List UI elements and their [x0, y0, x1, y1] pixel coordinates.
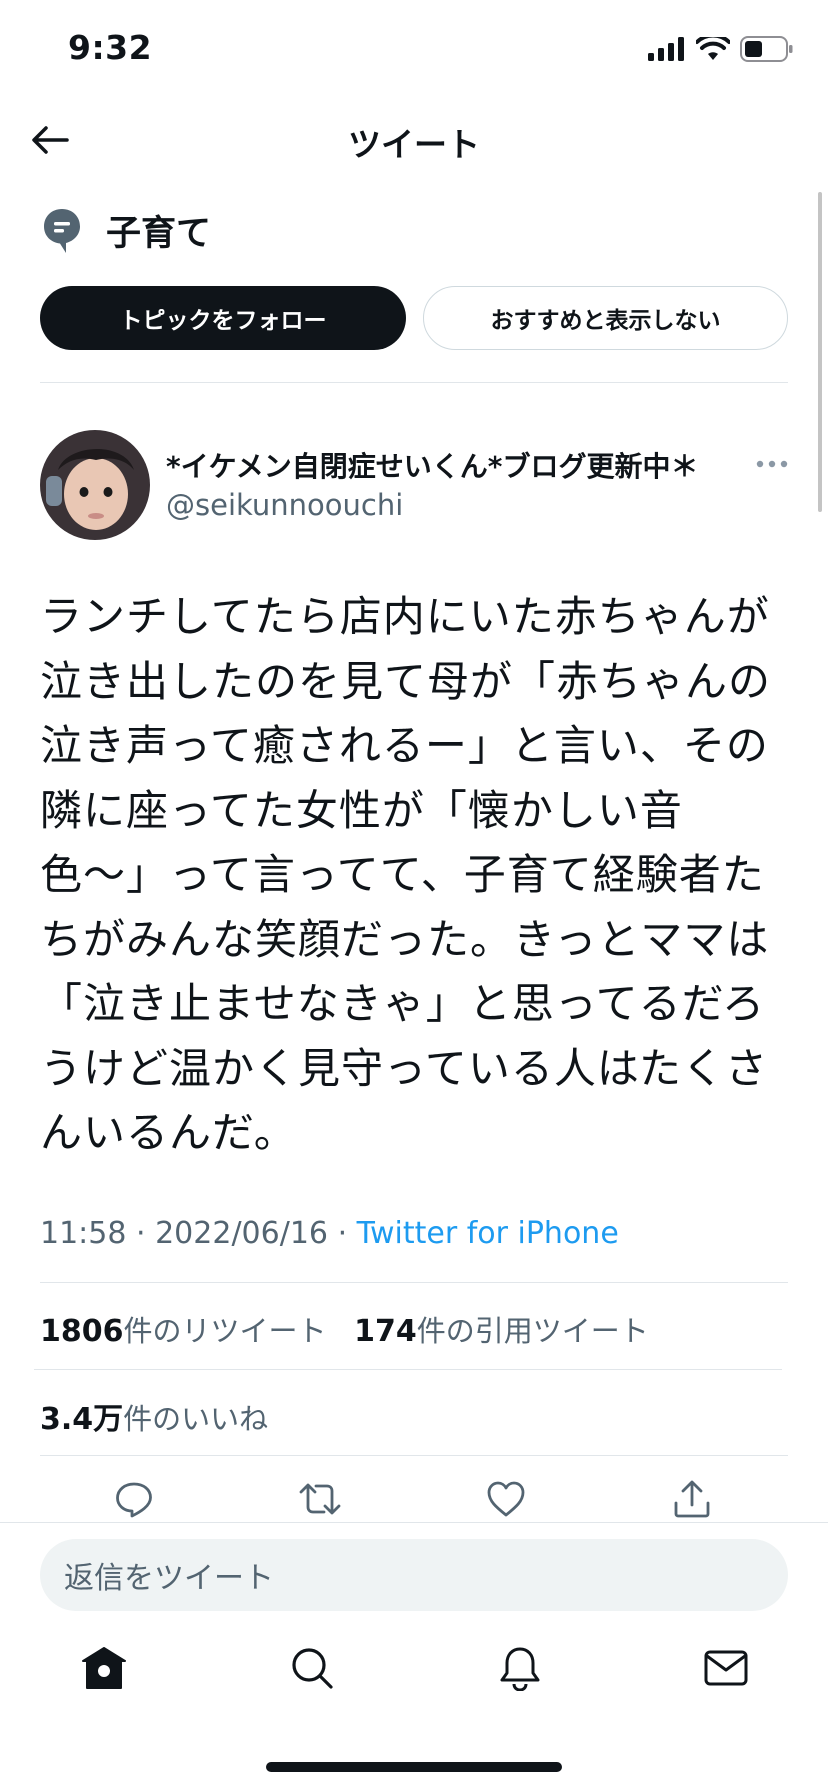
avatar[interactable] [40, 430, 150, 540]
author-handle[interactable]: @seikunnoouchi [166, 488, 403, 522]
tweet-text-line: 隣に座ってた女性が「懐かしい音 [40, 785, 683, 835]
meta-separator: · [337, 1216, 357, 1251]
battery-icon [740, 36, 793, 62]
divider [34, 1369, 782, 1370]
search-icon [292, 1648, 333, 1689]
status-icons [648, 36, 794, 62]
nav-home[interactable] [76, 1640, 132, 1696]
retweet-stats: 1806件のリツイート 174件の引用ツイート [40, 1308, 649, 1350]
like-button[interactable] [482, 1475, 530, 1523]
status-time: 9:32 [68, 28, 153, 67]
retweet-count: 1806 [40, 1314, 124, 1349]
wifi-icon [696, 37, 730, 60]
home-icon [82, 1647, 126, 1689]
quotes-link[interactable]: 174件の引用ツイート [354, 1314, 649, 1349]
divider [40, 1455, 788, 1456]
tweet-text-line: ちがみんな笑顔だった。きっとママは [40, 914, 770, 964]
tweet-actions [0, 1475, 828, 1525]
tweet-source[interactable]: Twitter for iPhone [357, 1216, 619, 1251]
notifications-icon [500, 1647, 540, 1691]
header: ツイート [0, 100, 828, 180]
tweet-text-line: んいるんだ。 [40, 1108, 297, 1157]
messages-icon [704, 1650, 748, 1686]
tweet-meta: 11:58 · 2022/06/16 · Twitter for iPhone [40, 1216, 619, 1251]
topic-bubble-icon [40, 206, 84, 256]
share-icon [674, 1480, 710, 1518]
tweet-text-line: 泣き声って癒されるー」と言い、その [40, 721, 769, 770]
more-options-icon[interactable] [752, 452, 792, 476]
author-display-name[interactable]: *イケメン自閉症せいくん*ブログ更新中＊ [166, 445, 698, 485]
not-interested-button[interactable]: おすすめと表示しない [423, 286, 788, 350]
retweets-link[interactable]: 1806件のリツイート [40, 1314, 327, 1349]
retweet-button[interactable] [296, 1475, 344, 1523]
nav-notifications[interactable] [492, 1640, 548, 1696]
scrollbar[interactable] [818, 192, 822, 512]
page-title: ツイート [348, 125, 480, 164]
like-stats[interactable]: 3.4万件のいいね [40, 1394, 268, 1438]
like-count: 3.4万 [40, 1402, 124, 1437]
divider [40, 382, 788, 383]
tweet-text-line: 色〜」って言ってて、子育て経験者た [40, 850, 765, 899]
status-bar: 9:32 [0, 0, 828, 100]
follow-topic-button[interactable]: トピックをフォロー [40, 286, 406, 350]
tweet-text-line: ランチしてたら店内にいた赤ちゃんが [40, 592, 770, 641]
quote-label: 件の引用ツイート [416, 1314, 649, 1348]
like-label: 件のいいね [123, 1402, 269, 1436]
home-indicator[interactable] [266, 1762, 562, 1772]
nav-search[interactable] [284, 1640, 340, 1696]
retweet-label: 件のリツイート [123, 1314, 327, 1348]
bottom-nav [0, 1640, 828, 1710]
share-button[interactable] [668, 1475, 716, 1523]
topic-row: 子育て [40, 205, 211, 256]
tweet-text-line: 泣き出したのを見て母が「赤ちゃんの [40, 656, 772, 706]
tweet-date[interactable]: 2022/06/16 [155, 1216, 328, 1251]
reply-icon [116, 1482, 152, 1518]
cellular-signal-icon [648, 37, 684, 61]
topic-name: 子育て [106, 214, 212, 254]
reply-input[interactable]: 返信をツイート [40, 1539, 788, 1611]
tweet-time[interactable]: 11:58 [40, 1216, 126, 1251]
tweet-text-line: 「泣き止ませなきゃ」と思ってるだろ [40, 979, 766, 1028]
nav-messages[interactable] [698, 1640, 754, 1696]
like-icon [487, 1481, 525, 1517]
retweet-icon [299, 1483, 341, 1515]
tweet-text: ランチしてたら店内にいた赤ちゃんが 泣き出したのを見て母が「赤ちゃんの 泣き声っ… [40, 585, 790, 1166]
tweet-text-line: うけど温かく見守っている人はたくさ [40, 1043, 769, 1093]
meta-separator: · [136, 1216, 156, 1251]
divider [40, 1282, 788, 1283]
quote-count: 174 [354, 1314, 417, 1349]
reply-button[interactable] [110, 1475, 158, 1523]
